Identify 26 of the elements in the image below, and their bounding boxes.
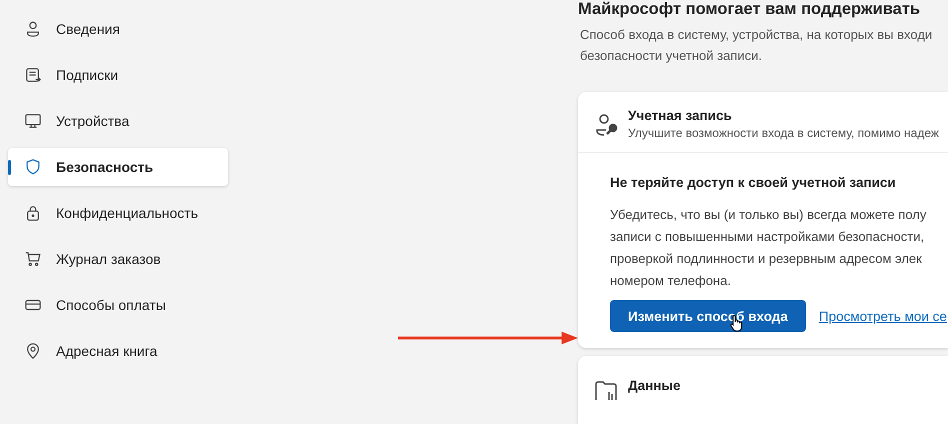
lock-icon (24, 204, 42, 222)
sidebar-item[interactable]: Журнал заказов (8, 240, 228, 278)
cart-icon (24, 250, 42, 268)
person-key-icon (594, 112, 620, 138)
document-icon (24, 66, 42, 84)
sidebar-item[interactable]: Способы оплаты (8, 286, 228, 324)
person-icon (24, 20, 42, 38)
monitor-icon (24, 112, 42, 130)
view-link[interactable]: Просмотреть мои се (818, 308, 947, 324)
sidebar-item[interactable]: Безопасность (8, 148, 228, 186)
sidebar-item[interactable]: Устройства (8, 102, 228, 140)
section-title: Не теряйте доступ к своей учетной записи (610, 175, 897, 190)
folder-icon (594, 380, 620, 400)
card-subtitle: Улучшите возможности входа в систему, помимо надеж (628, 126, 939, 140)
section-description: Убедитесь, что вы (и только вы) всегда можете полу записи с повышенными настройками безопасности, проверкой подлинности и резервным адресом элек номером телефона. (610, 206, 928, 290)
page-heading: Майкрософт помогает вам поддерживать (578, 0, 922, 18)
sidebar-item[interactable]: Подписки (8, 56, 228, 94)
card-title: Учетная запись (628, 108, 733, 123)
location-pin-icon (24, 342, 42, 360)
sidebar-item[interactable]: Адресная книга (8, 332, 228, 370)
sidebar-item[interactable]: Конфиденциальность (8, 194, 228, 232)
shield-icon (24, 158, 42, 176)
card-title: Данные (628, 378, 680, 393)
sidebar-item[interactable]: Сведения (8, 10, 228, 48)
intro-text: Способ входа в систему, устройства, на которых вы входи безопасности учетной записи. (580, 26, 934, 65)
selection-indicator (8, 160, 11, 175)
